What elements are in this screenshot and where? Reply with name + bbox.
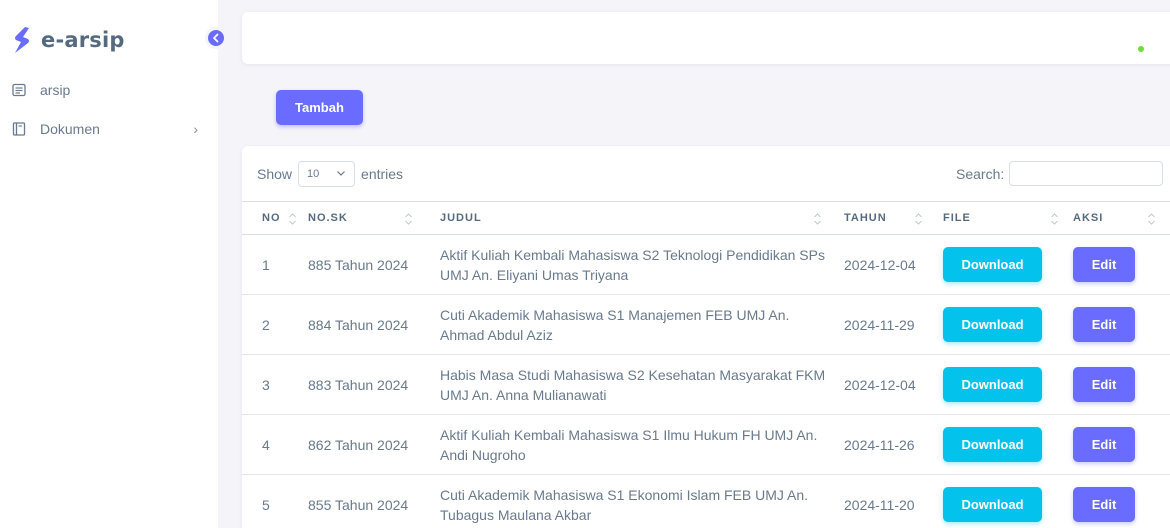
table-header-row: NO NO.SK JUDUL TAHUN FILE AKSI — [242, 201, 1170, 235]
cell-no: 5 — [242, 474, 300, 528]
add-button[interactable]: Tambah — [276, 90, 363, 125]
bolt-logo-icon — [15, 27, 29, 53]
table-row: 2 884 Tahun 2024 Cuti Akademik Mahasiswa… — [242, 294, 1170, 355]
edit-button[interactable]: Edit — [1073, 487, 1135, 522]
download-button[interactable]: Download — [943, 367, 1042, 402]
sort-icon — [289, 213, 296, 225]
edit-button[interactable]: Edit — [1073, 247, 1135, 282]
cell-aksi: Edit — [1067, 294, 1170, 355]
sort-icon — [1051, 213, 1058, 225]
sidebar-collapse-button[interactable] — [205, 27, 227, 49]
list-icon — [12, 83, 26, 97]
cell-file: Download — [932, 294, 1067, 355]
cell-aksi: Edit — [1067, 414, 1170, 475]
cell-tahun: 2024-11-26 — [833, 414, 932, 475]
chevron-down-icon — [337, 171, 345, 176]
edit-button[interactable]: Edit — [1073, 307, 1135, 342]
cell-file: Download — [932, 234, 1067, 295]
cell-file: Download — [932, 354, 1067, 415]
column-header-nosk[interactable]: NO.SK — [300, 201, 425, 235]
cell-aksi: Edit — [1067, 354, 1170, 415]
sort-icon — [1148, 213, 1155, 225]
show-entries: Show 10 entries — [257, 161, 403, 187]
sort-icon — [405, 213, 412, 225]
cell-tahun: 2024-12-04 — [833, 354, 932, 415]
top-navbar — [242, 12, 1170, 64]
download-button[interactable]: Download — [943, 247, 1042, 282]
cell-nosk: 862 Tahun 2024 — [300, 414, 425, 475]
cell-judul: Aktif Kuliah Kembali Mahasiswa S2 Teknol… — [425, 234, 833, 295]
column-header-no[interactable]: NO — [242, 201, 300, 235]
cell-nosk: 883 Tahun 2024 — [300, 354, 425, 415]
table-row: 4 862 Tahun 2024 Aktif Kuliah Kembali Ma… — [242, 414, 1170, 475]
cell-no: 4 — [242, 414, 300, 475]
cell-nosk: 855 Tahun 2024 — [300, 474, 425, 528]
sidebar-item-dokumen[interactable]: Dokumen › — [12, 121, 198, 137]
show-label: Show — [257, 166, 293, 182]
chevron-right-icon: › — [193, 121, 198, 137]
cell-tahun: 2024-11-20 — [833, 474, 932, 528]
column-header-judul[interactable]: JUDUL — [425, 201, 833, 235]
column-header-aksi[interactable]: AKSI — [1067, 201, 1170, 235]
table-row: 1 885 Tahun 2024 Aktif Kuliah Kembali Ma… — [242, 234, 1170, 295]
cell-judul: Cuti Akademik Mahasiswa S1 Ekonomi Islam… — [425, 474, 833, 528]
search-box: Search: — [956, 161, 1164, 186]
table-row: 3 883 Tahun 2024 Habis Masa Studi Mahasi… — [242, 354, 1170, 415]
edit-button[interactable]: Edit — [1073, 427, 1135, 462]
entries-select[interactable]: 10 — [298, 161, 356, 187]
entries-label: entries — [361, 166, 404, 182]
sidebar-item-arsip[interactable]: arsip — [12, 82, 198, 98]
brand[interactable]: e-arsip — [12, 26, 125, 54]
cell-judul: Cuti Akademik Mahasiswa S1 Manajemen FEB… — [425, 294, 833, 355]
column-header-file[interactable]: FILE — [932, 201, 1067, 235]
cell-aksi: Edit — [1067, 234, 1170, 295]
cell-no: 1 — [242, 234, 300, 295]
cell-no: 2 — [242, 294, 300, 355]
table-row: 5 855 Tahun 2024 Cuti Akademik Mahasiswa… — [242, 474, 1170, 528]
cell-judul: Habis Masa Studi Mahasiswa S2 Kesehatan … — [425, 354, 833, 415]
cell-file: Download — [932, 474, 1067, 528]
edit-button[interactable]: Edit — [1073, 367, 1135, 402]
sort-icon — [814, 213, 821, 225]
archive-table: NO NO.SK JUDUL TAHUN FILE AKSI 1 885 Tah… — [242, 201, 1170, 528]
sidebar-item-label: arsip — [40, 82, 71, 98]
cell-tahun: 2024-12-04 — [833, 234, 932, 295]
online-status-dot — [1138, 46, 1144, 52]
book-icon — [12, 122, 26, 136]
cell-aksi: Edit — [1067, 474, 1170, 528]
entries-value: 10 — [307, 168, 320, 180]
brand-name: e-arsip — [41, 28, 125, 52]
search-label: Search: — [956, 165, 1005, 182]
cell-nosk: 885 Tahun 2024 — [300, 234, 425, 295]
cell-nosk: 884 Tahun 2024 — [300, 294, 425, 355]
download-button[interactable]: Download — [943, 307, 1042, 342]
column-header-tahun[interactable]: TAHUN — [833, 201, 932, 235]
cell-file: Download — [932, 414, 1067, 475]
archive-table-card: Show 10 entries Search: NO NO.SK JUDUL T… — [242, 146, 1170, 528]
cell-no: 3 — [242, 354, 300, 415]
sidebar-item-label: Dokumen — [40, 121, 100, 137]
download-button[interactable]: Download — [943, 487, 1042, 522]
chevron-left-icon — [213, 33, 219, 43]
sort-icon — [915, 213, 922, 225]
download-button[interactable]: Download — [943, 427, 1042, 462]
search-input[interactable] — [1009, 161, 1164, 186]
cell-judul: Aktif Kuliah Kembali Mahasiswa S1 Ilmu H… — [425, 414, 833, 475]
cell-tahun: 2024-11-29 — [833, 294, 932, 355]
sidebar: e-arsip arsip Dokumen › — [0, 0, 218, 528]
